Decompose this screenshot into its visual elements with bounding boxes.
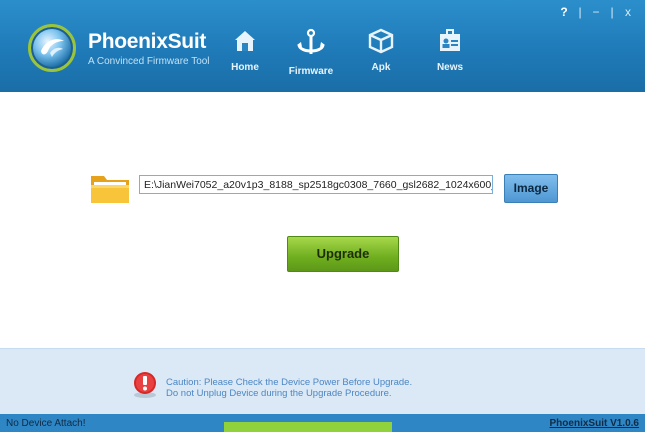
close-button[interactable]: x [617, 5, 639, 19]
version-link[interactable]: PhoenixSuit V1.0.6 [550, 418, 639, 429]
app-tagline: A Convinced Firmware Tool [88, 56, 210, 67]
nav-firmware-label: Firmware [288, 66, 334, 77]
caution-line-2: Do not Unplug Device during the Upgrade … [166, 388, 392, 399]
contact-card-icon [440, 29, 460, 51]
nav-news[interactable]: News [415, 28, 485, 73]
status-bar: No Device Attach! PhoenixSuit V1.0.6 [0, 414, 645, 432]
progress-bar [224, 422, 392, 432]
divider: | [578, 5, 582, 19]
device-status: No Device Attach! [6, 418, 86, 429]
divider: | [610, 5, 614, 19]
title-bar: PhoenixSuit A Convinced Firmware Tool Ho… [0, 0, 645, 92]
caution-area: Caution: Please Check the Device Power B… [0, 348, 645, 414]
warning-icon [134, 372, 156, 398]
folder-icon[interactable] [90, 172, 130, 204]
caution-text: Caution: Please Check the Device Power B… [166, 377, 412, 399]
nav-news-label: News [436, 62, 464, 73]
upgrade-button[interactable]: Upgrade [287, 236, 399, 272]
image-button[interactable]: Image [504, 174, 558, 203]
minimize-button[interactable]: − [585, 5, 607, 19]
nav-home-label: Home [231, 62, 259, 73]
window-controls: ? | − | x [553, 5, 639, 19]
nav-apk-label: Apk [371, 62, 391, 73]
nav-firmware[interactable]: Firmware [276, 28, 346, 77]
help-button[interactable]: ? [553, 5, 575, 19]
cube-icon [368, 28, 394, 54]
firmware-panel: E:\JianWei7052_a20v1p3_8188_sp2518gc0308… [0, 92, 645, 348]
phoenixsuit-logo-icon [28, 24, 76, 72]
anchor-icon [297, 28, 325, 54]
caution-line-1: Caution: Please Check the Device Power B… [166, 377, 413, 388]
home-icon [235, 31, 255, 51]
firmware-path-field[interactable]: E:\JianWei7052_a20v1p3_8188_sp2518gc0308… [139, 175, 493, 194]
app-brand: PhoenixSuit [88, 30, 207, 53]
nav-home[interactable]: Home [210, 28, 280, 73]
nav-apk[interactable]: Apk [346, 28, 416, 73]
